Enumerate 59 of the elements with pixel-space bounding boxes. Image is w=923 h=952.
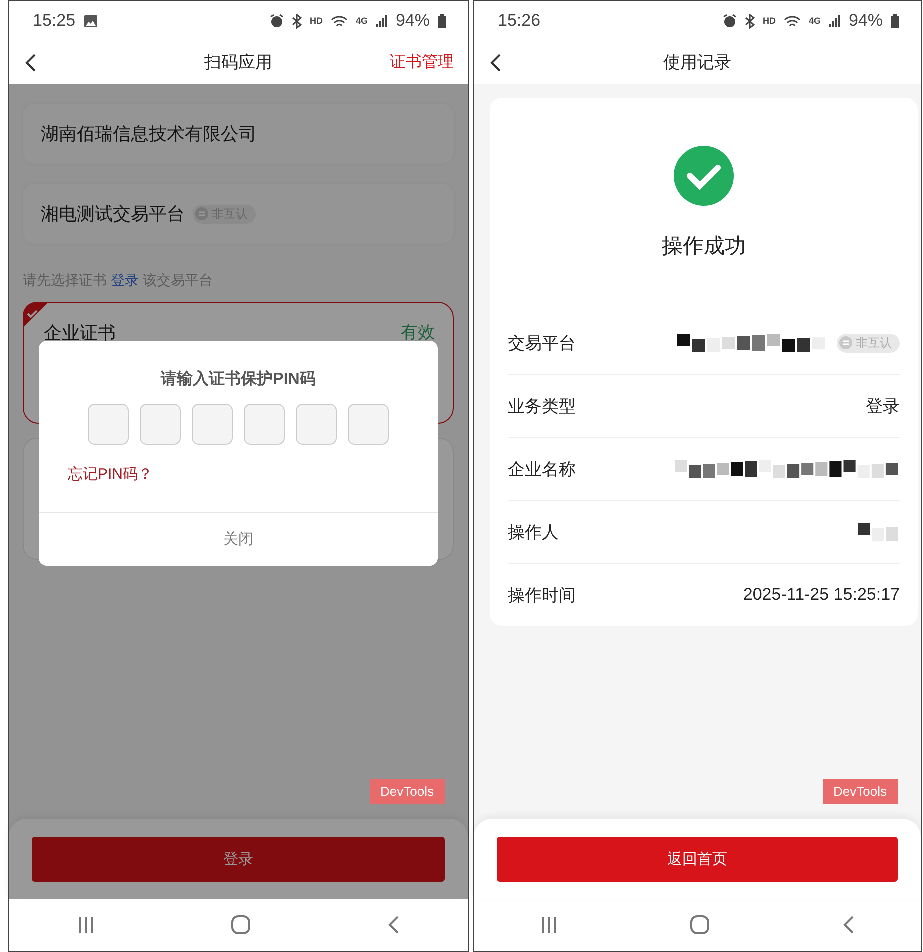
devtools-button[interactable]: DevTools <box>822 779 898 804</box>
return-home-button[interactable]: 返回首页 <box>497 836 898 882</box>
dialog-title: 请输入证书保护PIN码 <box>161 369 316 390</box>
page-title: 扫码应用 <box>204 53 272 72</box>
devtools-button[interactable]: DevTools <box>370 779 445 804</box>
status-time: 15:25 <box>33 11 76 31</box>
field-label: 业务类型 <box>508 396 577 418</box>
result-title: 操作成功 <box>662 234 746 260</box>
battery-icon <box>438 14 446 28</box>
field-label: 操作人 <box>508 522 560 544</box>
signal-icon <box>828 15 841 27</box>
field-label: 操作时间 <box>508 584 577 606</box>
home-icon[interactable] <box>690 915 710 935</box>
pin-input[interactable] <box>296 404 337 445</box>
company-name: 湖南佰瑞信息技术有限公司 <box>41 123 257 146</box>
back-icon[interactable] <box>25 52 37 72</box>
pin-input[interactable] <box>348 404 389 445</box>
forgot-pin-link[interactable]: 忘记PIN码？ <box>68 465 154 484</box>
login-button[interactable]: 登录 <box>32 836 445 882</box>
hd-indicator: HD <box>762 16 776 26</box>
back-nav-icon[interactable] <box>842 916 855 934</box>
network-indicator: 4G <box>808 16 821 26</box>
recent-apps-icon[interactable] <box>77 916 96 934</box>
battery-level: 94% <box>396 11 430 31</box>
recent-apps-icon[interactable] <box>540 916 558 934</box>
field-value: 登录 <box>866 396 900 418</box>
certificate-status: 有效 <box>401 322 435 344</box>
page-title: 使用记录 <box>664 53 732 72</box>
wifi-icon <box>784 14 801 28</box>
battery-icon <box>891 14 899 28</box>
back-icon[interactable] <box>490 52 502 72</box>
wifi-icon <box>330 14 348 28</box>
mosaic-drawing <box>858 523 900 541</box>
pin-input[interactable] <box>244 404 285 445</box>
close-button[interactable]: 关闭 <box>39 512 438 566</box>
platform-name: 湘电测试交易平台 <box>41 203 185 226</box>
alarm-icon <box>270 14 284 28</box>
pin-input[interactable] <box>192 404 233 445</box>
signal-icon <box>376 15 388 27</box>
hd-indicator: HD <box>310 16 323 26</box>
network-indicator: 4G <box>356 16 368 26</box>
company-card[interactable]: 湖南佰瑞信息技术有限公司 <box>23 104 454 164</box>
certificate-management-link[interactable]: 证书管理 <box>390 52 454 73</box>
certificate-name: 企业证书 <box>44 322 117 345</box>
field-label: 企业名称 <box>508 458 577 480</box>
status-time: 15:26 <box>498 11 541 31</box>
image-icon <box>84 14 98 28</box>
bluetooth-icon <box>744 14 755 28</box>
back-nav-icon[interactable] <box>388 916 400 934</box>
battery-level: 94% <box>848 11 883 31</box>
bluetooth-icon <box>292 14 302 28</box>
login-link[interactable]: 登录 <box>111 272 139 290</box>
mutual-recognition-badge: 非互认 <box>837 334 900 352</box>
field-label: 交易平台 <box>508 332 577 354</box>
home-icon[interactable] <box>231 915 252 935</box>
pin-input[interactable] <box>88 404 129 445</box>
field-value: 2025-11-25 15:25:17 <box>743 585 900 605</box>
pin-input[interactable] <box>140 404 181 445</box>
alarm-icon <box>722 14 737 28</box>
